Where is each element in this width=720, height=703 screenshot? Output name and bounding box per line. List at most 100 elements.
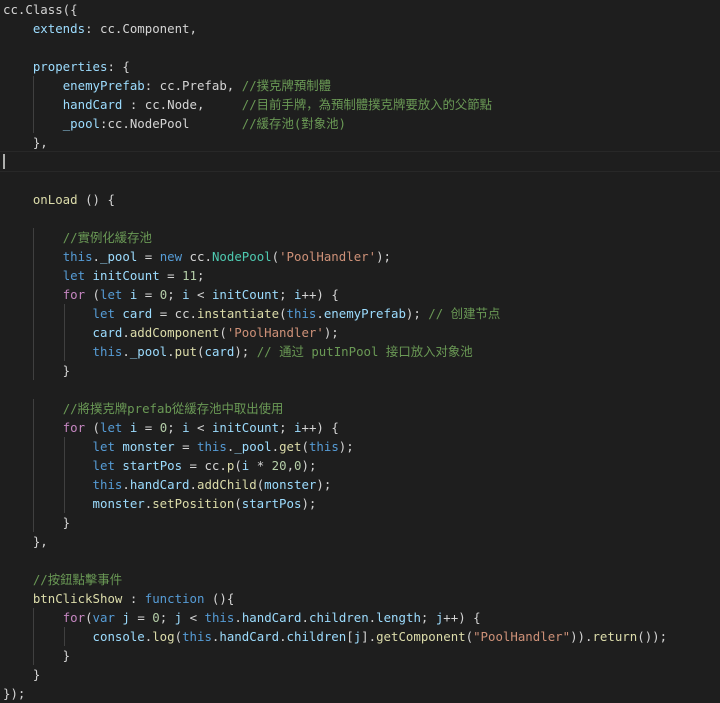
code-line[interactable]: } <box>0 361 720 380</box>
indent-guide <box>33 285 35 304</box>
code-token: monster <box>122 439 175 454</box>
code-token: ; <box>279 420 295 435</box>
code-token: getComponent <box>376 629 466 644</box>
code-token: ); <box>234 344 257 359</box>
code-line[interactable]: extends: cc.Component, <box>0 19 720 38</box>
code-line[interactable]: enemyPrefab: cc.Prefab, //撲克牌預制體 <box>0 76 720 95</box>
code-token: ); <box>301 496 317 511</box>
code-line[interactable]: for (let i = 0; i < initCount; i++) { <box>0 418 720 437</box>
code-token: onLoad <box>32 192 78 207</box>
code-line[interactable] <box>0 380 720 399</box>
code-line[interactable]: cc.Class({ <box>0 0 720 19</box>
code-line[interactable]: properties: { <box>0 57 720 76</box>
code-line[interactable]: //實例化緩存池 <box>0 228 720 247</box>
code-token: this <box>92 477 123 492</box>
code-token: i <box>182 420 190 435</box>
code-line[interactable]: console.log(this.handCard.children[j].ge… <box>0 627 720 646</box>
code-line[interactable]: this._pool = new cc.NodePool('PoolHandle… <box>0 247 720 266</box>
code-token: put <box>174 344 198 359</box>
code-line[interactable]: handCard : cc.Node, //目前手牌，為預制體撲克牌要放入的父節… <box>0 95 720 114</box>
code-line[interactable]: monster.setPosition(startPos); <box>0 494 720 513</box>
code-line[interactable] <box>0 551 720 570</box>
code-token: }, <box>3 534 48 549</box>
code-line[interactable] <box>0 171 720 190</box>
code-line[interactable]: }, <box>0 532 720 551</box>
code-line[interactable]: let startPos = cc.p(i * 20,0); <box>0 456 720 475</box>
code-line[interactable]: } <box>0 665 720 684</box>
code-token: . <box>271 439 280 454</box>
code-line[interactable]: this.handCard.addChild(monster); <box>0 475 720 494</box>
indent-guide <box>63 437 65 456</box>
code-token: i <box>294 287 302 302</box>
code-token: this <box>182 629 212 644</box>
code-token: }); <box>3 686 26 701</box>
code-token: for <box>62 420 86 435</box>
indent-guide <box>33 323 35 342</box>
code-token: . <box>122 344 130 359</box>
indent-guide <box>33 361 35 380</box>
code-line[interactable]: let card = cc.instantiate(this.enemyPref… <box>0 304 720 323</box>
code-token: _pool <box>234 439 272 454</box>
code-line[interactable]: //將撲克牌prefab從緩存池中取出使用 <box>0 399 720 418</box>
code-line[interactable]: //按鈕點擊事件 <box>0 570 720 589</box>
code-line[interactable]: card.addComponent('PoolHandler'); <box>0 323 720 342</box>
code-line[interactable]: for(var j = 0; j < this.handCard.childre… <box>0 608 720 627</box>
indent-guide <box>33 399 35 418</box>
code-token: ( <box>279 306 287 321</box>
code-token: handCard <box>129 477 190 492</box>
code-line[interactable]: _pool:cc.NodePool //緩存池(對象池) <box>0 114 720 133</box>
code-line[interactable] <box>0 151 720 172</box>
text-cursor <box>3 154 5 169</box>
code-line[interactable]: let monster = this._pool.get(this); <box>0 437 720 456</box>
code-token: //將撲克牌prefab從緩存池中取出使用 <box>62 401 284 416</box>
code-line[interactable]: }, <box>0 133 720 152</box>
code-token: this <box>286 306 317 321</box>
code-token: 0 <box>152 610 160 625</box>
code-token: ++) { <box>301 287 339 302</box>
code-token: = cc. <box>182 458 227 473</box>
code-line[interactable]: btnClickShow : function (){ <box>0 589 720 608</box>
code-line[interactable]: for (let i = 0; i < initCount; i++) { <box>0 285 720 304</box>
code-editor[interactable]: cc.Class({ extends: cc.Component, proper… <box>0 0 720 701</box>
indent-guide <box>33 114 35 133</box>
code-token: 20 <box>271 458 287 473</box>
code-token: ( <box>85 610 93 625</box>
code-token: ); <box>301 458 317 473</box>
code-line[interactable]: }); <box>0 684 720 703</box>
code-token: = <box>137 420 160 435</box>
code-token: ( <box>219 325 227 340</box>
code-line[interactable]: this._pool.put(card); // 通过 putInPool 接口… <box>0 342 720 361</box>
code-token: this <box>92 344 123 359</box>
code-token: var <box>92 610 115 625</box>
code-token: 'PoolHandler' <box>226 325 324 340</box>
code-token: properties <box>32 59 108 74</box>
code-token: ( <box>85 420 100 435</box>
code-token: . <box>316 306 324 321</box>
code-line[interactable] <box>0 38 720 57</box>
code-token: setPosition <box>152 496 235 511</box>
code-token: } <box>3 648 71 663</box>
code-line[interactable]: } <box>0 646 720 665</box>
indent-guide <box>33 76 35 95</box>
code-token: handCard <box>219 629 280 644</box>
code-token: ( <box>234 496 242 511</box>
indent-guide <box>33 342 35 361</box>
code-line[interactable]: } <box>0 513 720 532</box>
code-token: initCount <box>92 268 160 283</box>
code-token: initCount <box>211 287 280 302</box>
code-line[interactable] <box>0 209 720 228</box>
code-token: . <box>92 249 100 264</box>
code-line[interactable]: let initCount = 11; <box>0 266 720 285</box>
code-token: get <box>279 439 302 454</box>
code-token: for <box>62 287 86 302</box>
code-line[interactable]: onLoad () { <box>0 190 720 209</box>
code-token: = <box>129 610 153 625</box>
code-token: : cc.Component, <box>85 21 197 36</box>
code-token: monster <box>264 477 317 492</box>
code-token: . <box>122 325 130 340</box>
